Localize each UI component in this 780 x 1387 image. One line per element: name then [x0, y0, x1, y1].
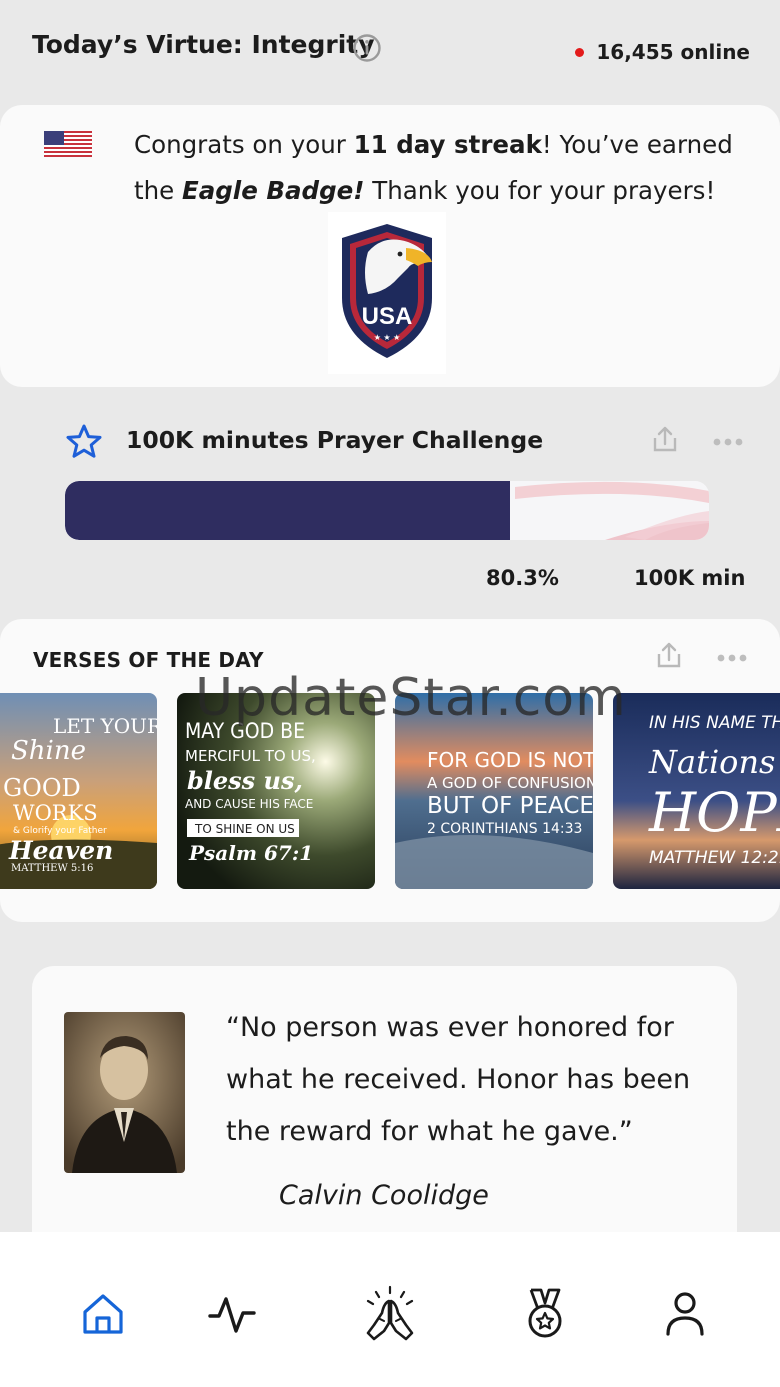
svg-text:Nations Will: Nations Will	[648, 743, 780, 781]
progress-percent-label: 80.3%	[486, 566, 559, 590]
home-icon	[83, 1294, 123, 1334]
praying-hands-icon	[366, 1285, 414, 1341]
online-dot	[575, 47, 585, 57]
svg-text:TO SHINE ON US: TO SHINE ON US	[194, 822, 295, 836]
svg-text:Shine: Shine	[11, 736, 86, 766]
quote-author: Calvin Coolidge	[279, 1180, 489, 1211]
svg-text:MATTHEW 12:21: MATTHEW 12:21	[649, 848, 780, 868]
badge-text: USA	[362, 303, 413, 330]
tab-activity[interactable]	[207, 1285, 257, 1343]
quote-text: “No person was ever honored for what he …	[226, 1002, 716, 1158]
tab-prayer[interactable]	[362, 1285, 418, 1343]
svg-text:BUT OF PEACE.: BUT OF PEACE.	[427, 793, 593, 819]
medal-icon	[528, 1288, 562, 1338]
quote-line-2: what he received. Honor has been	[226, 1064, 691, 1095]
svg-text:IN HIS NAME THE: IN HIS NAME THE	[649, 713, 780, 733]
streak-text-suffix: Thank you for your prayers!	[364, 176, 716, 205]
svg-text:2 CORINTHIANS 14:33: 2 CORINTHIANS 14:33	[427, 821, 582, 837]
virtue-title: Today’s Virtue: Integrity	[32, 30, 375, 59]
verses-more-icon[interactable]	[716, 653, 748, 663]
author-portrait	[64, 1012, 185, 1173]
streak-count: 11 day streak	[353, 130, 542, 159]
svg-text:& Glorify your Father: & Glorify your Father	[13, 826, 107, 836]
activity-icon	[208, 1297, 256, 1333]
challenge-progress-fill	[65, 481, 510, 540]
star-icon[interactable]	[66, 424, 102, 458]
info-icon[interactable]	[352, 33, 382, 63]
quote-line-3: the reward for what he gave.”	[226, 1116, 633, 1147]
challenge-progress-bar	[65, 481, 709, 540]
streak-text-prefix: Congrats on your	[134, 130, 354, 159]
svg-text:AND CAUSE HIS FACE: AND CAUSE HIS FACE	[185, 797, 313, 811]
online-indicator: 16,455 online	[575, 40, 750, 64]
quote-line-1: “No person was ever honored for	[226, 1012, 674, 1043]
svg-text:WORKS: WORKS	[13, 801, 98, 825]
verse-tile-matthew-12-21[interactable]: IN HIS NAME THE Nations Will HOPE MATTHE…	[613, 693, 780, 889]
svg-text:MERCIFUL TO US,: MERCIFUL TO US,	[185, 747, 316, 765]
verse-tile-matthew-5-16[interactable]: LET YOUR LIGHT Shine GOOD WORKS & Glorif…	[0, 693, 157, 889]
svg-text:FOR GOD IS NOT: FOR GOD IS NOT	[427, 748, 593, 772]
header: Today’s Virtue: Integrity 16,455 online	[0, 0, 780, 100]
svg-text:HOPE: HOPE	[648, 781, 780, 844]
svg-text:Psalm 67:1: Psalm 67:1	[188, 841, 313, 865]
share-icon[interactable]	[650, 424, 680, 454]
badge-name: Eagle Badge!	[182, 176, 365, 205]
eagle-badge: USA ★ ★ ★	[328, 212, 446, 374]
tab-home[interactable]	[78, 1285, 128, 1343]
online-count: 16,455 online	[596, 40, 750, 64]
profile-icon	[666, 1292, 704, 1336]
progress-goal-label: 100K min	[634, 566, 746, 590]
tab-achievements[interactable]	[520, 1285, 570, 1343]
svg-text:★ ★ ★: ★ ★ ★	[374, 333, 401, 342]
tab-profile[interactable]	[660, 1285, 710, 1343]
streak-message: Congrats on your 11 day streak! You’ve e…	[134, 122, 744, 214]
svg-text:LET YOUR LIGHT: LET YOUR LIGHT	[53, 714, 157, 738]
svg-text:Heaven: Heaven	[8, 836, 113, 865]
challenge-title[interactable]: 100K minutes Prayer Challenge	[126, 426, 543, 454]
verses-share-icon[interactable]	[654, 640, 684, 670]
svg-text:A GOD OF CONFUSION,: A GOD OF CONFUSION,	[427, 774, 593, 792]
svg-text:MATTHEW 5:16: MATTHEW 5:16	[11, 863, 93, 874]
svg-text:GOOD: GOOD	[3, 774, 81, 802]
more-options-icon[interactable]	[712, 437, 744, 447]
watermark: UpdateStar.com	[195, 668, 627, 728]
us-flag-icon	[44, 131, 92, 157]
svg-text:bless us,: bless us,	[187, 766, 303, 795]
